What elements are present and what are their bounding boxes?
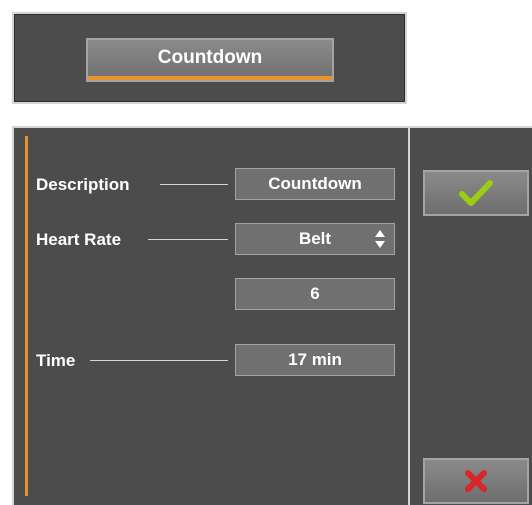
- confirm-button[interactable]: [423, 170, 529, 216]
- description-label: Description: [36, 175, 130, 194]
- heart-rate-leader: [148, 239, 228, 240]
- heart-rate-select[interactable]: Belt: [235, 223, 395, 255]
- description-leader: [160, 184, 228, 185]
- settings-panel: Description Countdown Heart Rate Belt 6 …: [12, 126, 532, 505]
- heart-rate-value: Belt: [298, 229, 332, 248]
- checkmark-icon: [459, 180, 493, 206]
- mode-header-panel: Countdown: [12, 12, 407, 104]
- time-label: Time: [36, 351, 76, 370]
- heart-rate-label: Heart Rate: [36, 230, 122, 249]
- x-icon: [465, 470, 487, 492]
- cancel-button[interactable]: [423, 458, 529, 504]
- heart-rate-value-field[interactable]: 6: [235, 278, 395, 310]
- description-field[interactable]: Countdown: [235, 168, 395, 200]
- time-leader: [90, 360, 228, 361]
- up-down-arrows-icon[interactable]: [374, 229, 386, 249]
- mode-button[interactable]: Countdown: [86, 38, 334, 82]
- time-field[interactable]: 17 min: [235, 344, 395, 376]
- accent-bar: [25, 136, 28, 496]
- panel-divider: [408, 128, 410, 505]
